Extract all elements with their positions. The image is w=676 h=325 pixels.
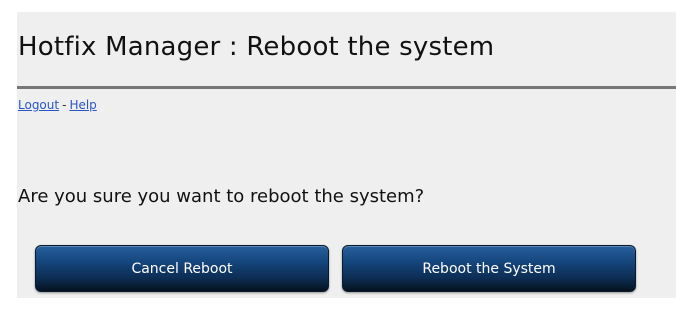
title-divider — [17, 86, 676, 89]
help-link[interactable]: Help — [69, 98, 96, 112]
header-links: Logout - Help — [18, 98, 97, 112]
reboot-system-button[interactable]: Reboot the System — [342, 245, 636, 292]
cancel-reboot-button[interactable]: Cancel Reboot — [35, 245, 329, 292]
link-separator: - — [62, 98, 67, 112]
logout-link[interactable]: Logout — [18, 98, 59, 112]
page-title: Hotfix Manager : Reboot the system — [18, 32, 495, 62]
reboot-confirmation-text: Are you sure you want to reboot the syst… — [18, 186, 425, 207]
